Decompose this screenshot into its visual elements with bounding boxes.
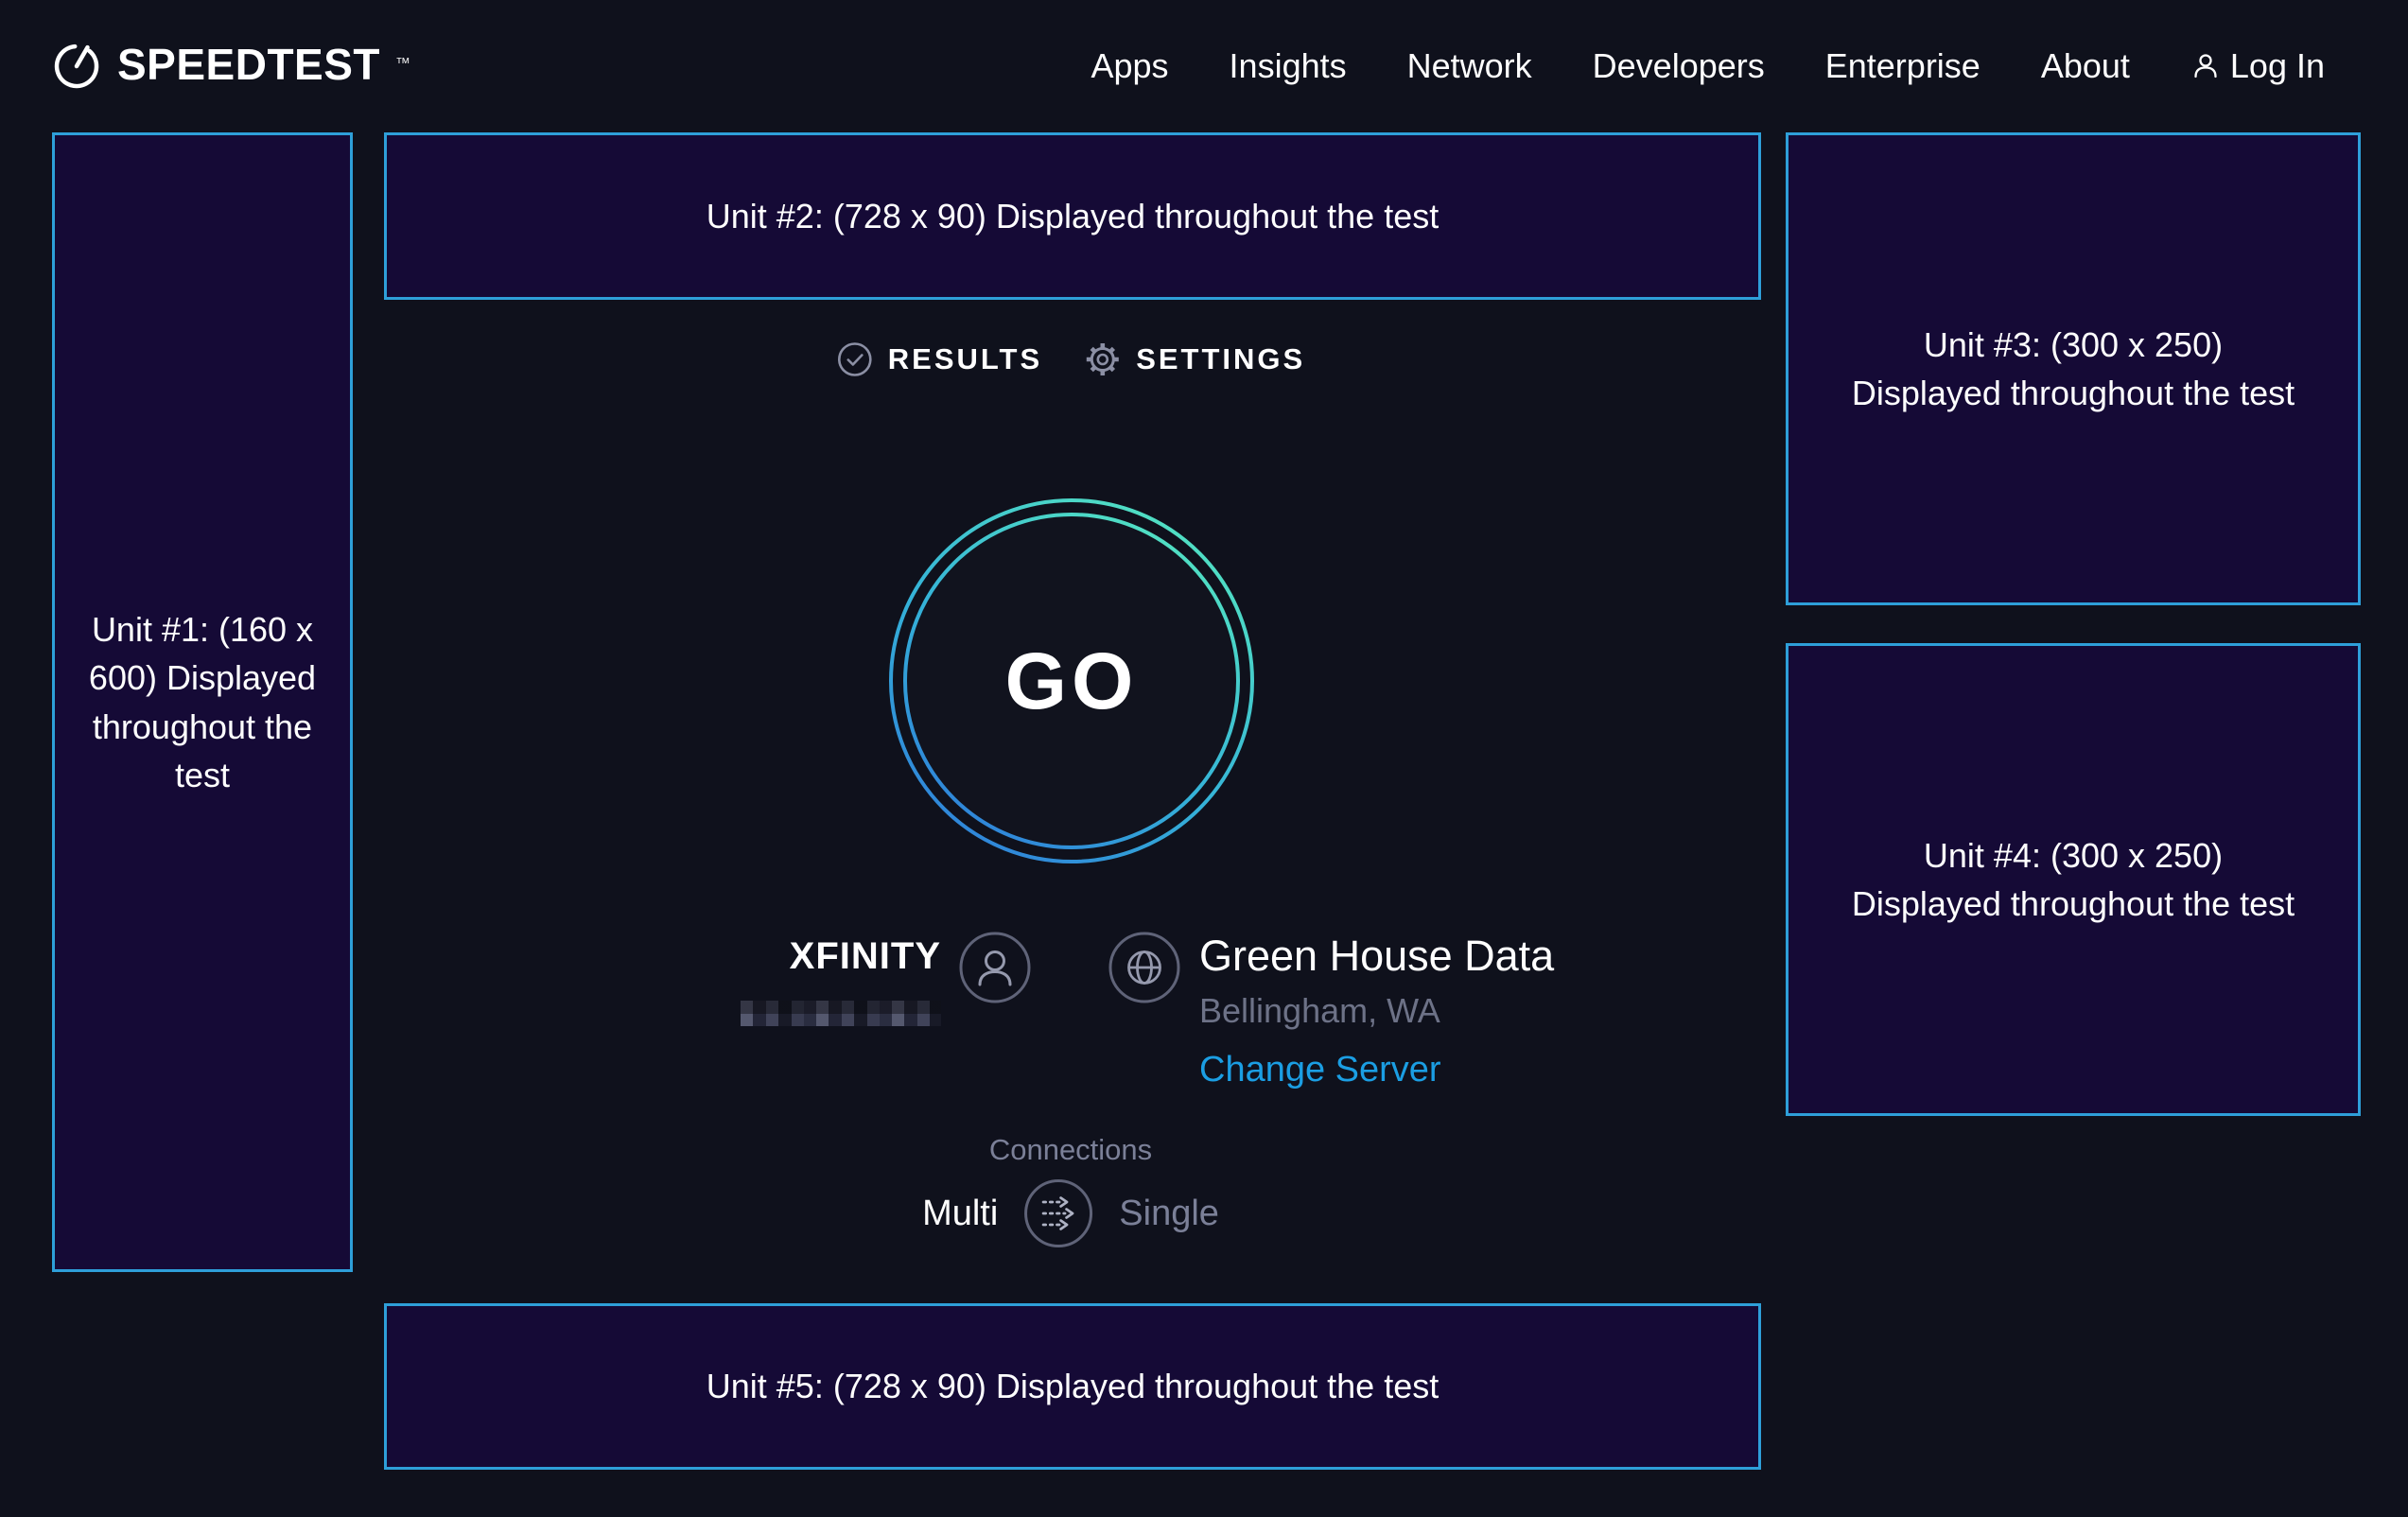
speedtest-logo[interactable]: SPEEDTEST ™	[51, 38, 410, 91]
ad-unit-5-text: Unit #5: (728 x 90) Displayed throughout…	[707, 1362, 1439, 1410]
ad-unit-2-leaderboard[interactable]: Unit #2: (728 x 90) Displayed throughout…	[384, 132, 1761, 300]
nav-item-enterprise[interactable]: Enterprise	[1825, 44, 1980, 89]
login-label: Log In	[2230, 44, 2325, 89]
isp-info: XFINITY	[741, 934, 941, 1026]
tab-results-label: RESULTS	[888, 342, 1042, 376]
server-location: Bellingham, WA	[1199, 991, 1440, 1031]
ad-unit-4-text: Unit #4: (300 x 250) Displayed throughou…	[1845, 831, 2301, 928]
speedometer-logo-icon	[51, 39, 102, 90]
connection-mode-single[interactable]: Single	[1119, 1194, 1219, 1234]
nav-item-developers[interactable]: Developers	[1593, 44, 1765, 89]
isp-avatar-icon[interactable]	[957, 930, 1033, 1005]
connections-label: Connections	[989, 1133, 1152, 1167]
gear-icon	[1084, 340, 1122, 378]
server-info: Green House Data Bellingham, WA Change S…	[1199, 933, 1554, 1090]
nav-item-apps[interactable]: Apps	[1091, 44, 1168, 89]
ad-unit-1-skyscraper[interactable]: Unit #1: (160 x 600) Displayed throughou…	[52, 132, 353, 1272]
login-button[interactable]: Log In	[2190, 44, 2325, 89]
connection-mode-multi[interactable]: Multi	[922, 1194, 998, 1234]
go-button[interactable]: GO	[884, 494, 1259, 868]
user-icon	[2190, 51, 2221, 81]
ad-unit-3-rectangle[interactable]: Unit #3: (300 x 250) Displayed throughou…	[1786, 132, 2361, 605]
nav-item-insights[interactable]: Insights	[1230, 44, 1347, 89]
logo-text: SPEEDTEST	[117, 38, 380, 91]
connections-toggle-row: Multi Single	[922, 1177, 1219, 1249]
change-server-link[interactable]: Change Server	[1199, 1050, 1441, 1090]
nav-item-network[interactable]: Network	[1407, 44, 1532, 89]
logo-trademark: ™	[395, 55, 410, 74]
ad-unit-1-text: Unit #1: (160 x 600) Displayed throughou…	[87, 605, 318, 798]
ad-unit-5-leaderboard[interactable]: Unit #5: (728 x 90) Displayed throughout…	[384, 1303, 1761, 1470]
speedtest-page: { "header": { "logo_text": "SPEEDTEST", …	[0, 0, 2408, 1517]
results-settings-tabs: RESULTS SETTINGS	[836, 340, 1305, 378]
top-navigation: Apps Insights Network Developers Enterpr…	[1091, 44, 2325, 89]
connection-mode-toggle[interactable]	[1022, 1177, 1094, 1249]
ad-unit-2-text: Unit #2: (728 x 90) Displayed throughout…	[707, 192, 1439, 240]
server-name: Green House Data	[1199, 933, 1554, 980]
nav-item-about[interactable]: About	[2041, 44, 2130, 89]
tab-settings[interactable]: SETTINGS	[1084, 340, 1305, 378]
tab-settings-label: SETTINGS	[1136, 342, 1305, 376]
tab-results[interactable]: RESULTS	[836, 340, 1042, 378]
ad-unit-4-rectangle[interactable]: Unit #4: (300 x 250) Displayed throughou…	[1786, 643, 2361, 1116]
ad-unit-3-text: Unit #3: (300 x 250) Displayed throughou…	[1845, 321, 2301, 417]
go-button-label: GO	[884, 494, 1259, 868]
server-globe-icon[interactable]	[1107, 930, 1182, 1005]
multi-connection-icon	[1043, 1198, 1073, 1229]
isp-details-redacted	[741, 1001, 941, 1026]
check-circle-icon	[836, 340, 874, 378]
isp-name: XFINITY	[790, 934, 941, 978]
